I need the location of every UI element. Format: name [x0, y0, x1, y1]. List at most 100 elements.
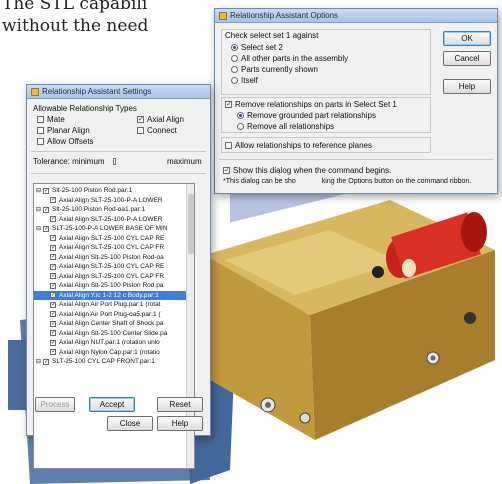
reset-button[interactable]: Reset	[157, 397, 203, 412]
tree-item[interactable]: ✓ Axial Align Air Port Plug-oa5.par:1 (	[34, 310, 194, 319]
tree-item[interactable]: ✓ Axial Align SLT-25-100 CYL CAP RE	[34, 262, 194, 271]
tolerance-slider-handle[interactable]	[113, 158, 116, 165]
tree-item[interactable]: ✓ Axial Align SLT-25-100 CYL CAP RE	[34, 234, 194, 243]
tree-item-label: Axial Align SLT-25-100 CYL CAP FR	[59, 244, 165, 251]
tolerance-minimum-label: Tolerance: minimum	[33, 157, 105, 166]
tree-item[interactable]: ✓ Axial Align SLT-25-100-P-A LOWER	[34, 196, 194, 205]
tree-item[interactable]: ✓ Axial Align Slt-25-100 Center Slide.pa	[34, 329, 194, 338]
radio-remove-grounded[interactable]: Remove grounded part relationships	[237, 111, 376, 120]
tree-item-label: Axial Align Slt-25-100 Piston Rod.pa	[59, 282, 164, 289]
tree-item[interactable]: ✓ Axial Align SLT-25-100 CYL CAP FR	[34, 272, 194, 281]
tree-checkbox-checked-icon[interactable]: ✓	[50, 235, 56, 241]
tree-item-label: Axial Align Slt-25-100 Center Slide.pa	[59, 329, 168, 337]
expand-collapse-icon[interactable]: ⊟	[36, 358, 41, 365]
tree-item-label: Axial Align SLT-25-100 CYL CAP RE	[59, 263, 165, 270]
checkbox-icon	[37, 127, 44, 134]
select-set-heading: Check select set 1 against	[225, 31, 319, 40]
tree-checkbox-checked-icon[interactable]: ✓	[43, 187, 49, 194]
relationship-assistant-settings-dialog: Relationship Assistant Settings Allowabl…	[26, 84, 211, 469]
radio-button-icon	[231, 77, 238, 84]
tree-item[interactable]: ✓ Axial Align Nylon Cap.par:1 (rotatio	[34, 348, 194, 357]
checkbox-icon	[37, 116, 44, 123]
process-button[interactable]: Process	[35, 397, 75, 412]
radio-itself[interactable]: Itself	[231, 76, 258, 85]
relationship-assistant-options-dialog: Relationship Assistant Options Check sel…	[214, 8, 498, 194]
checkbox-planar-align[interactable]: Planar Align	[37, 126, 90, 135]
divider	[31, 173, 206, 174]
radio-button-icon	[237, 123, 244, 130]
tree-checkbox-checked-icon[interactable]: ✓	[43, 206, 49, 213]
tree-checkbox-checked-icon[interactable]: ✓	[50, 216, 56, 222]
tree-item-label: Axial Align Nylon Cap.par:1 (rotatio	[59, 348, 160, 356]
tree-checkbox-checked-icon[interactable]: ✓	[50, 320, 56, 327]
accept-button[interactable]: Accept	[89, 397, 135, 412]
scroll-thumb[interactable]	[188, 194, 194, 254]
tree-item-label: Axial Align SLT-25-100-P-A LOWER	[59, 215, 163, 223]
radio-button-icon	[237, 112, 244, 119]
radio-remove-all[interactable]: Remove all relationships	[237, 122, 334, 131]
tree-item-label: Axial Align Slt-25-100 Piston Rod-oa	[59, 253, 164, 261]
options-note: *This dialog can be sho king the Options …	[223, 178, 472, 185]
tree-item-label: SLT-25-100-P-A LOWER BASE OF MIN	[52, 225, 168, 232]
tree-checkbox-checked-icon[interactable]: ✓	[50, 292, 56, 298]
tree-item[interactable]: ⊟ ✓ SLT-25-100 CYL CAP FRONT.par:1	[34, 357, 194, 366]
show-dialog-checkbox[interactable]: ✓ Show this dialog when the command begi…	[223, 166, 391, 175]
tree-item[interactable]: ✓ Axial Align SLT-25-100 CYL CAP FR	[34, 243, 194, 252]
tree-item-label: Axial Align SLT-25-100-P-A LOWER	[59, 196, 163, 204]
options-help-button[interactable]: Help	[443, 79, 491, 94]
tree-checkbox-checked-icon[interactable]: ✓	[50, 282, 56, 289]
tree-checkbox-checked-icon[interactable]: ✓	[43, 358, 49, 365]
checkbox-icon	[37, 138, 44, 145]
tree-item[interactable]: ⊟ ✓ Slt-25-100 Piston Rod.par:1	[34, 186, 194, 195]
tree-item-label: Slt-25-100 Piston Rod.par:1	[52, 187, 133, 194]
tree-checkbox-checked-icon[interactable]: ✓	[50, 263, 56, 270]
ok-button[interactable]: OK	[443, 31, 491, 46]
tree-checkbox-checked-icon[interactable]: ✓	[50, 339, 56, 346]
tree-item-label: Axial Align Air Port Plug-oa5.par:1 (	[59, 310, 161, 318]
tree-checkbox-checked-icon[interactable]: ✓	[50, 349, 56, 355]
tree-checkbox-checked-icon[interactable]: ✓	[43, 225, 49, 232]
checkbox-icon	[137, 127, 144, 134]
tree-item[interactable]: ⊟ ✓ Slt-25-100 Piston Rod-oa1.par:1	[34, 205, 194, 214]
tree-item[interactable]: ✓ Axial Align NUT.par:1 (rotation unlo	[34, 338, 194, 347]
divider	[31, 151, 206, 152]
checkbox-connect[interactable]: Connect	[137, 126, 177, 135]
checkbox-allow-offsets[interactable]: Allow Offsets	[37, 137, 94, 146]
radio-button-icon	[231, 66, 238, 73]
tree-checkbox-checked-icon[interactable]: ✓	[50, 301, 56, 308]
tree-item[interactable]: ✓ Axial Align SLT-25-100-P-A LOWER	[34, 215, 194, 224]
allow-reference-planes-checkbox[interactable]: Allow relationships to reference planes	[225, 141, 372, 150]
close-button[interactable]: Close	[107, 416, 153, 431]
tree-item[interactable]: ✓ Axial Align Slt-25-100 Piston Rod-oa	[34, 253, 194, 262]
tree-checkbox-checked-icon[interactable]: ✓	[50, 197, 56, 203]
tree-checkbox-checked-icon[interactable]: ✓	[50, 244, 56, 251]
tree-item[interactable]: ✓ Axial Align Center Shaft of Shock.pa	[34, 319, 194, 328]
remove-relationships-checkbox[interactable]: ✓ Remove relationships on parts in Selec…	[225, 100, 397, 109]
expand-collapse-icon[interactable]: ⊟	[36, 187, 41, 194]
checkbox-axial-align[interactable]: ✓ Axial Align	[137, 115, 184, 124]
tree-item[interactable]: ⊟ ✓ SLT-25-100-P-A LOWER BASE OF MIN	[34, 224, 194, 233]
radio-select-set-2[interactable]: Select set 2	[231, 43, 283, 52]
tree-checkbox-checked-icon[interactable]: ✓	[50, 273, 56, 279]
tree-checkbox-checked-icon[interactable]: ✓	[50, 330, 56, 336]
tree-item-label: Axial Align SLT-25-100 CYL CAP FR	[59, 272, 165, 280]
app-icon	[219, 11, 227, 20]
tree-item[interactable]: ✓ Axial Align Y.ic 1-2 12 c Body.par:1	[34, 290, 194, 300]
tree-item[interactable]: ✓ Axial Align Slt-25-100 Piston Rod.pa	[34, 281, 194, 290]
expand-collapse-icon[interactable]: ⊟	[36, 206, 41, 213]
tolerance-maximum-label: maximum	[167, 157, 202, 166]
tree-checkbox-checked-icon[interactable]: ✓	[50, 311, 56, 317]
tree-item-label: Axial Align Y.ic 1-2 12 c Body.par:1	[59, 291, 159, 299]
cancel-button[interactable]: Cancel	[443, 51, 491, 66]
tree-checkbox-checked-icon[interactable]: ✓	[50, 254, 56, 260]
tree-item[interactable]: ✓ Axial Align Air Port Plug.par:1 (rotat	[34, 300, 194, 309]
radio-all-other-parts[interactable]: All other parts in the assembly	[231, 54, 348, 63]
settings-titlebar[interactable]: Relationship Assistant Settings	[27, 85, 210, 99]
tree-item-label: Axial Align SLT-25-100 CYL CAP RE	[59, 234, 165, 242]
expand-collapse-icon[interactable]: ⊟	[36, 225, 41, 232]
checkbox-mate[interactable]: Mate	[37, 115, 65, 124]
tree-item-label: Axial Align Center Shaft of Shock.pa	[59, 320, 164, 327]
options-titlebar[interactable]: Relationship Assistant Options	[215, 9, 497, 23]
radio-parts-currently-shown[interactable]: Parts currently shown	[231, 65, 318, 74]
settings-help-button[interactable]: Help	[157, 416, 203, 431]
